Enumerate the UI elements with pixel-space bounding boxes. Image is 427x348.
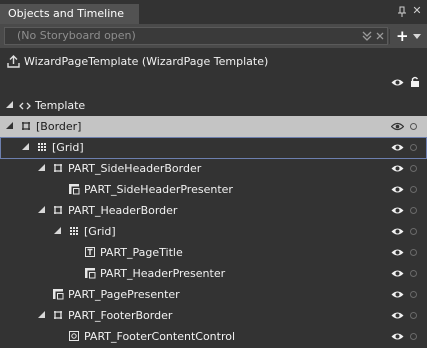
tree-row[interactable]: PART_PageTitle bbox=[0, 242, 427, 264]
visibility-column-eye-icon[interactable] bbox=[391, 78, 404, 87]
lock-toggle[interactable] bbox=[410, 312, 417, 319]
expand-arrow-icon[interactable] bbox=[38, 311, 45, 318]
expand-arrow-icon[interactable] bbox=[38, 164, 45, 171]
visibility-eye-icon[interactable] bbox=[391, 248, 404, 257]
expand-arrow-icon[interactable] bbox=[38, 206, 45, 213]
clear-storyboard-icon[interactable] bbox=[374, 30, 386, 42]
tree-row[interactable]: PART_HeaderBorder bbox=[0, 200, 427, 222]
visibility-eye-icon[interactable] bbox=[391, 206, 404, 215]
visibility-eye-icon[interactable] bbox=[391, 164, 404, 173]
expand-arrow-icon[interactable] bbox=[22, 143, 29, 150]
lock-column-icon[interactable] bbox=[410, 76, 420, 88]
border-icon bbox=[22, 122, 30, 130]
lock-toggle[interactable] bbox=[410, 123, 417, 130]
grid-icon bbox=[70, 227, 78, 235]
lock-toggle[interactable] bbox=[410, 228, 417, 235]
visibility-eye-icon[interactable] bbox=[391, 290, 404, 299]
scope-label: WizardPageTemplate (WizardPage Template) bbox=[24, 55, 269, 68]
tree-row[interactable]: [Grid] bbox=[0, 221, 427, 243]
lock-toggle[interactable] bbox=[410, 144, 417, 151]
expand-arrow-icon[interactable] bbox=[6, 122, 13, 129]
tree-row[interactable]: PART_FooterContentControl bbox=[0, 326, 427, 348]
visibility-eye-icon[interactable] bbox=[391, 185, 404, 194]
panel-title: Objects and Timeline bbox=[8, 7, 125, 20]
lock-toggle[interactable] bbox=[410, 165, 417, 172]
scope-up-icon[interactable] bbox=[7, 55, 20, 68]
storyboard-placeholder: (No Storyboard open) bbox=[17, 29, 136, 42]
border-icon bbox=[54, 164, 62, 172]
scope-up-row[interactable]: WizardPageTemplate (WizardPage Template) bbox=[0, 52, 427, 72]
border-icon bbox=[54, 206, 62, 214]
storyboard-picker[interactable]: (No Storyboard open) bbox=[4, 27, 388, 45]
tree-label: PART_PagePresenter bbox=[68, 288, 180, 301]
visibility-eye-icon[interactable] bbox=[391, 143, 404, 152]
tree-row[interactable]: PART_PagePresenter bbox=[0, 284, 427, 306]
tree-row[interactable]: PART_SideHeaderBorder bbox=[0, 158, 427, 180]
content-presenter-icon bbox=[69, 184, 80, 195]
tree-label: [Grid] bbox=[52, 141, 84, 154]
expand-arrow-icon[interactable] bbox=[54, 227, 61, 234]
tree-label: [Border] bbox=[36, 120, 82, 133]
expand-arrow-icon[interactable] bbox=[6, 101, 13, 108]
lock-toggle[interactable] bbox=[410, 333, 417, 340]
tree-label: PART_FooterBorder bbox=[68, 309, 173, 322]
lock-toggle[interactable] bbox=[410, 207, 417, 214]
tree-row-template[interactable]: Template bbox=[0, 95, 427, 117]
options-dropdown-icon[interactable] bbox=[413, 34, 421, 40]
tree-label: Template bbox=[35, 99, 86, 112]
visibility-eye-icon[interactable] bbox=[391, 269, 404, 278]
tree-row[interactable]: [Grid] bbox=[0, 137, 427, 159]
toolbar-separator bbox=[389, 29, 390, 44]
visibility-eye-icon[interactable] bbox=[391, 332, 404, 341]
visibility-eye-icon[interactable] bbox=[391, 122, 404, 131]
grid-icon bbox=[38, 143, 46, 151]
pin-icon[interactable] bbox=[396, 6, 408, 18]
visibility-eye-icon[interactable] bbox=[391, 311, 404, 320]
tree-label: PART_SideHeaderBorder bbox=[68, 162, 202, 175]
border-icon bbox=[54, 311, 62, 319]
panel-titlebar: Objects and Timeline ✕ bbox=[0, 0, 427, 24]
content-presenter-icon bbox=[53, 289, 64, 300]
tree-label: PART_PageTitle bbox=[100, 246, 183, 259]
new-storyboard-button[interactable]: + bbox=[396, 24, 409, 48]
tree-row[interactable]: PART_FooterBorder bbox=[0, 305, 427, 327]
visibility-eye-icon[interactable] bbox=[391, 227, 404, 236]
content-control-icon bbox=[69, 331, 79, 341]
tree-label: PART_SideHeaderPresenter bbox=[84, 183, 233, 196]
storyboard-toolbar: (No Storyboard open) + bbox=[0, 24, 427, 48]
content-presenter-icon bbox=[85, 268, 96, 279]
textblock-icon bbox=[85, 247, 95, 257]
panel-tab[interactable]: Objects and Timeline bbox=[0, 4, 139, 24]
template-icon bbox=[19, 102, 31, 110]
tree-label: PART_FooterContentControl bbox=[84, 330, 236, 343]
tree-label: PART_HeaderBorder bbox=[68, 204, 178, 217]
tree-label: [Grid] bbox=[84, 225, 116, 238]
tree-label: PART_HeaderPresenter bbox=[100, 267, 226, 280]
tree-row[interactable]: PART_SideHeaderPresenter bbox=[0, 179, 427, 201]
lock-toggle[interactable] bbox=[410, 270, 417, 277]
lock-toggle[interactable] bbox=[410, 291, 417, 298]
tree-row[interactable]: PART_HeaderPresenter bbox=[0, 263, 427, 285]
lock-toggle[interactable] bbox=[410, 249, 417, 256]
tree-row[interactable]: [Border] bbox=[0, 116, 427, 138]
collapse-chevrons-icon[interactable] bbox=[361, 30, 373, 42]
close-icon[interactable]: ✕ bbox=[411, 5, 423, 17]
lock-toggle[interactable] bbox=[410, 186, 417, 193]
